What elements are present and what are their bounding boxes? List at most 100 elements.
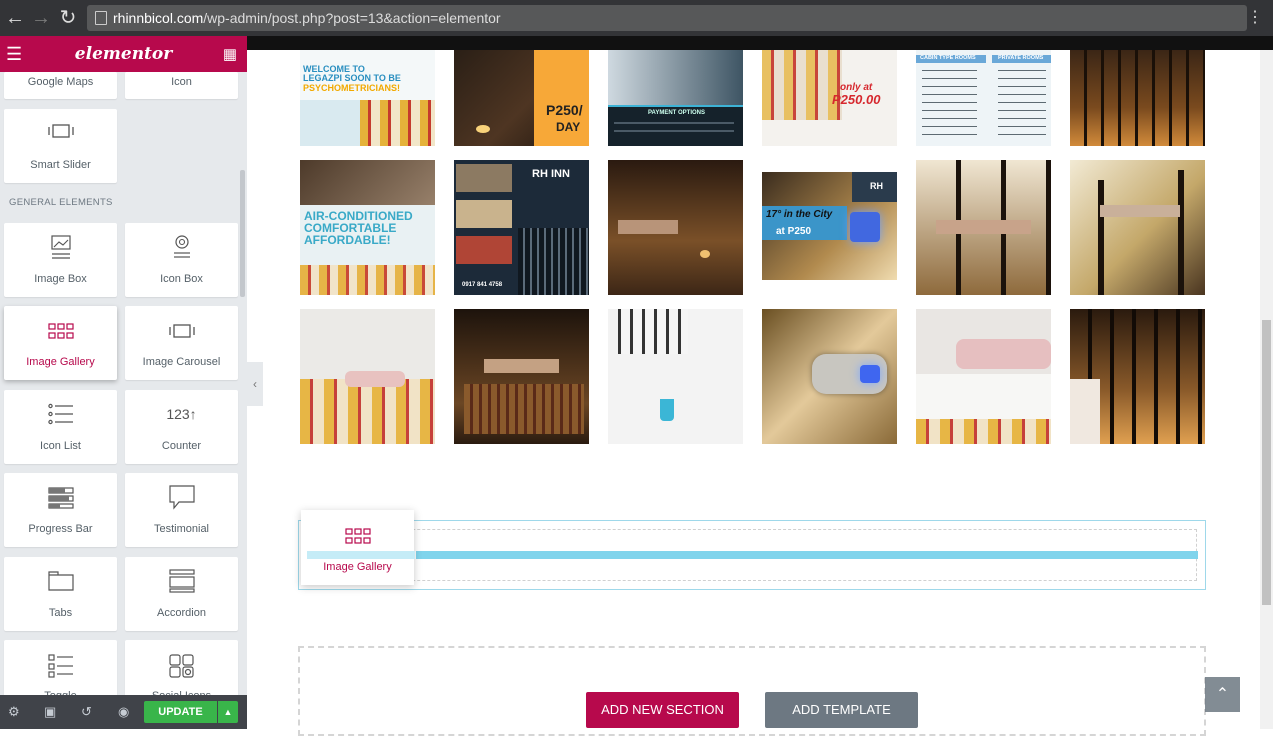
accordion-icon	[125, 569, 238, 596]
widget-label: Progress Bar	[28, 523, 93, 535]
gallery-image[interactable]	[916, 160, 1051, 295]
progress-bar-icon	[4, 487, 117, 512]
image-text: RH	[870, 181, 883, 191]
widget-image-box[interactable]: Image Box	[4, 223, 117, 297]
browser-menu-icon[interactable]: ⋮	[1247, 6, 1263, 30]
responsive-desktop-icon[interactable]: ▣	[44, 704, 56, 720]
panel-footer: ⚙ ▣ ↺ ◉ UPDATE ▲	[0, 695, 247, 729]
widgets-grid-icon[interactable]: ▦	[223, 45, 237, 63]
section-title-general: GENERAL ELEMENTS	[9, 197, 113, 208]
slider-icon	[4, 123, 117, 142]
gallery-image[interactable]: P250/ DAY	[454, 50, 589, 146]
gallery-image[interactable]	[608, 160, 743, 295]
page-top-band	[247, 36, 1273, 50]
gallery-image[interactable]	[916, 309, 1051, 444]
image-text: LEGAZPI SOON TO BE	[303, 73, 401, 83]
add-template-button[interactable]: ADD TEMPLATE	[765, 692, 918, 728]
widget-label: Google Maps	[27, 76, 94, 88]
reload-icon[interactable]: ↻	[55, 5, 81, 31]
image-text: 17° in the City	[766, 209, 833, 220]
widget-smart-slider[interactable]: Smart Slider	[4, 109, 117, 183]
drag-highlight	[307, 551, 415, 559]
gallery-image[interactable]	[454, 309, 589, 444]
gallery-image[interactable]	[1070, 309, 1205, 444]
testimonial-icon	[125, 485, 238, 514]
gallery-image[interactable]: PAYMENT OPTIONS	[608, 50, 743, 146]
panel-scrollbar[interactable]	[240, 170, 245, 297]
widget-progress-bar[interactable]: Progress Bar	[4, 473, 117, 547]
image-text: 0917 841 4758	[462, 282, 503, 288]
address-bar[interactable]: rhinnbicol.com/wp-admin/post.php?post=13…	[87, 5, 1247, 31]
image-text: AFFORDABLE!	[304, 233, 391, 247]
counter-icon: 123↑	[166, 406, 197, 422]
image-carousel-icon	[125, 323, 238, 342]
drop-placeholder-line	[416, 551, 1198, 559]
widget-image-carousel[interactable]: Image Carousel	[125, 306, 238, 380]
widget-testimonial[interactable]: Testimonial	[125, 473, 238, 547]
update-button[interactable]: UPDATE	[144, 701, 217, 723]
history-icon[interactable]: ↺	[81, 704, 92, 720]
widget-icon-list[interactable]: Icon List	[4, 390, 117, 464]
icon-list-icon	[4, 403, 117, 428]
image-text: at P250	[776, 226, 812, 237]
social-icons-icon	[125, 654, 238, 681]
elementor-panel: ☰ elementor ▦ Google Maps Icon Smart Sli…	[0, 36, 247, 729]
widget-label: Icon	[171, 76, 192, 88]
back-icon[interactable]: ←	[2, 5, 28, 31]
widget-label: Counter	[161, 440, 202, 452]
gallery-image[interactable]	[300, 309, 435, 444]
image-text: PSYCHOMETRICIANS!	[303, 83, 401, 93]
widget-label: Accordion	[157, 607, 206, 619]
page-scrollbar-thumb[interactable]	[1262, 320, 1271, 605]
widget-icon[interactable]: Icon	[125, 72, 238, 99]
toggle-icon	[4, 654, 117, 681]
image-text: DAY	[556, 120, 581, 134]
settings-icon[interactable]: ⚙	[8, 704, 20, 720]
widget-label: Image Box	[34, 273, 87, 285]
add-new-section-button[interactable]: ADD NEW SECTION	[586, 692, 739, 728]
widget-google-maps[interactable]: Google Maps	[4, 72, 117, 99]
collapse-panel-chevron-icon[interactable]: ‹	[247, 362, 263, 406]
image-box-icon	[4, 235, 117, 264]
widget-tabs[interactable]: Tabs	[4, 557, 117, 631]
page-info-icon[interactable]	[95, 11, 107, 25]
widget-image-gallery[interactable]: Image Gallery	[4, 306, 117, 380]
url-text: rhinnbicol.com/wp-admin/post.php?post=13…	[113, 10, 501, 26]
image-gallery-icon	[301, 528, 414, 547]
widget-label: Image Carousel	[142, 356, 221, 368]
image-text: P250.00	[832, 92, 881, 107]
widget-label: Testimonial	[153, 523, 210, 535]
panel-header: ☰ elementor ▦	[0, 36, 247, 72]
widget-accordion[interactable]: Accordion	[125, 557, 238, 631]
gallery-image[interactable]	[762, 309, 897, 444]
gallery-image[interactable]: AIR-CONDITIONED COMFORTABLE AFFORDABLE!	[300, 160, 435, 295]
dragged-widget-image-gallery[interactable]: Image Gallery	[301, 510, 415, 585]
widget-label: Smart Slider	[30, 159, 91, 171]
tabs-icon	[4, 571, 117, 594]
forward-icon[interactable]: →	[28, 5, 54, 31]
gallery-image[interactable]: only at P250.00	[762, 50, 897, 146]
image-text: PAYMENT OPTIONS	[648, 110, 706, 116]
widget-label: Tabs	[48, 607, 73, 619]
widget-label: Icon Box	[160, 273, 203, 285]
elementor-logo: elementor	[74, 44, 173, 64]
image-text: PRIVATE ROOMS	[998, 55, 1044, 61]
update-options-caret-icon[interactable]: ▲	[218, 701, 238, 723]
icon-box-icon	[125, 235, 238, 264]
gallery-image[interactable]	[1070, 160, 1205, 295]
widget-counter[interactable]: 123↑ Counter	[125, 390, 238, 464]
image-gallery-icon	[4, 323, 117, 342]
page-scrollbar[interactable]	[1260, 50, 1273, 729]
scroll-to-top-icon[interactable]: ⌃	[1205, 677, 1240, 712]
widget-label: Icon List	[40, 440, 81, 452]
widget-icon-box[interactable]: Icon Box	[125, 223, 238, 297]
gallery-image[interactable]	[608, 309, 743, 444]
gallery-image[interactable]: RH INN 0917 841 4758	[454, 160, 589, 295]
gallery-image[interactable]: WELCOME TO LEGAZPI SOON TO BE PSYCHOMETR…	[300, 50, 435, 146]
gallery-image[interactable]: RH 17° in the City at P250	[762, 172, 897, 280]
gallery-image[interactable]: CABIN TYPE ROOMS PRIVATE ROOMS	[916, 50, 1051, 146]
preview-eye-icon[interactable]: ◉	[118, 704, 129, 720]
image-text: CABIN TYPE ROOMS	[920, 55, 976, 61]
gallery-image[interactable]	[1070, 50, 1205, 146]
drag-label: Image Gallery	[323, 561, 392, 573]
